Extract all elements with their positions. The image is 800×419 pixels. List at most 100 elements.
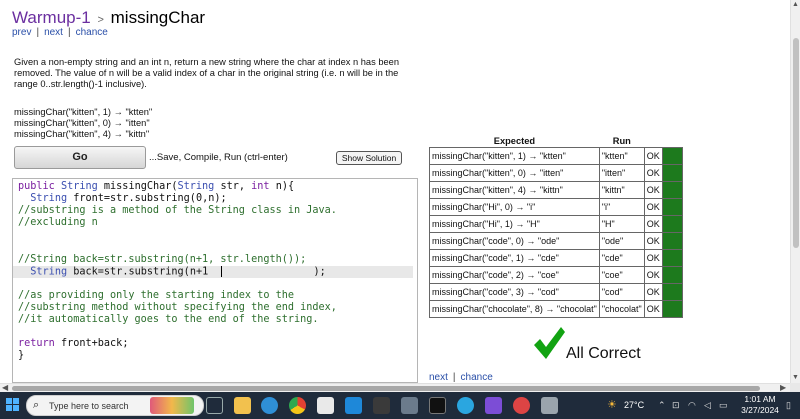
pass-indicator [661,197,683,216]
vertical-scrollbar[interactable]: ▲ ▼ [790,0,800,383]
expected-cell: missingChar("code", 0) → "ode" [429,231,600,250]
code-editor[interactable]: public String missingChar(String str, in… [12,178,418,383]
go-hint: ...Save, Compile, Run (ctrl-enter) [149,152,288,163]
breadcrumb-warmup-1[interactable]: Warmup-1 [12,8,91,27]
code-line[interactable]: //as providing only the starting index t… [18,290,413,302]
result-row: missingChar("code", 2) → "coe" "coe" OK [429,265,683,284]
status-cell: OK [643,146,663,165]
result-row: missingChar("kitten", 1) → "ktten" "ktten… [429,146,683,165]
edge-browser-icon[interactable] [261,397,278,414]
notification-icon[interactable]: ▯ [786,400,791,411]
app-icon-3[interactable] [541,397,558,414]
code-line[interactable] [18,229,413,241]
expected-cell: missingChar("code", 2) → "coe" [429,265,600,284]
result-row: missingChar("code", 3) → "cod" "cod" OK [429,282,683,301]
code-line[interactable]: String back=str.substring(n+1 ); [13,265,413,278]
scroll-left-icon[interactable]: ◀ [2,383,8,392]
results-table: Expected Run missingChar("kitten", 1) → … [429,135,683,318]
chance-link-bottom[interactable]: chance [461,372,493,383]
weather-icon[interactable]: ☀ [607,398,617,411]
status-cell: OK [643,265,663,284]
code-line[interactable]: String front=str.substring(0,n); [18,193,413,205]
result-row: missingChar("kitten", 0) → "itten" "itten… [429,163,683,182]
search-placeholder: Type here to search [49,401,129,411]
battery-icon[interactable]: ▭ [719,400,728,411]
result-row: missingChar("Hi", 0) → "i" "i" OK [429,197,683,216]
code-line[interactable] [18,241,413,253]
chrome-icon[interactable] [289,397,306,414]
photos-icon[interactable] [485,397,502,414]
calculator-icon[interactable] [401,397,418,414]
expected-cell: missingChar("code", 3) → "cod" [429,282,600,301]
expected-cell: missingChar("Hi", 0) → "i" [429,197,600,216]
code-line[interactable] [18,278,413,290]
wifi-icon[interactable]: ◠ [688,400,696,411]
pass-indicator [661,299,683,318]
code-line[interactable]: //substring method without specifying th… [18,302,413,314]
paint-icon[interactable] [317,397,334,414]
clock-date: 3/27/2024 [741,405,779,415]
code-line[interactable]: return front+back; [18,338,413,350]
tray-chevron-icon[interactable]: ⌃ [658,400,666,411]
expected-cell: missingChar("Hi", 1) → "H" [429,214,600,233]
scroll-up-icon[interactable]: ▲ [792,1,799,9]
code-line[interactable]: public String missingChar(String str, in… [18,181,413,193]
windows-start-icon[interactable] [6,398,20,412]
code-line[interactable]: //String back=str.substring(n+1, str.len… [18,254,413,266]
code-line[interactable]: //substring is a method of the String cl… [18,205,413,217]
run-cell: "ode" [598,231,645,250]
code-line[interactable]: //it automatically goes to the end of th… [18,314,413,326]
bottom-nav: next | chance [429,372,493,383]
app-icon[interactable] [373,397,390,414]
result-row: missingChar("chocolate", 8) → "chocolat"… [429,299,683,318]
status-cell: OK [643,231,663,250]
expected-cell: missingChar("kitten", 0) → "itten" [429,163,600,182]
browser-icon[interactable] [457,397,474,414]
run-cell: "chocolat" [598,299,645,318]
code-text[interactable]: public String missingChar(String str, in… [13,181,413,362]
run-cell: "coe" [598,265,645,284]
example-line: missingChar("kitten", 1) → "ktten" [14,107,153,117]
go-button[interactable]: Go [14,146,146,169]
code-line[interactable] [18,326,413,338]
taskbar-clock[interactable]: 1:01 AM 3/27/2024 [738,394,782,416]
file-explorer-icon[interactable] [234,397,251,414]
status-cell: OK [643,197,663,216]
app-icon-2[interactable] [513,397,530,414]
terminal-icon[interactable] [429,397,446,414]
status-cell: OK [643,214,663,233]
code-line[interactable]: } [18,350,413,362]
status-cell: OK [643,180,663,199]
vertical-scroll-thumb[interactable] [793,38,799,248]
code-line[interactable]: //excluding n [18,217,413,229]
pass-indicator [661,282,683,301]
weather-temp[interactable]: 27°C [624,400,644,410]
next-link[interactable]: next [44,27,63,38]
show-solution-button[interactable]: Show Solution [336,151,402,165]
examples: missingChar("kitten", 1) → "ktten" missi… [14,107,152,140]
horizontal-scroll-thumb[interactable] [12,386,760,391]
chance-link[interactable]: chance [76,27,108,38]
next-link-bottom[interactable]: next [429,372,448,383]
green-checkmark-icon [534,327,565,359]
vscode-icon[interactable] [345,397,362,414]
volume-icon[interactable]: ◁ [704,400,711,411]
expected-cell: missingChar("code", 1) → "cde" [429,248,600,267]
result-row: missingChar("code", 0) → "ode" "ode" OK [429,231,683,250]
status-cell: OK [643,248,663,267]
pass-indicator [661,214,683,233]
run-cell: "ktten" [598,146,645,165]
search-icon: ⌕ [33,399,40,411]
status-cell: OK [643,299,663,318]
status-cell: OK [643,163,663,182]
network-icon[interactable]: ⊡ [672,400,680,411]
search-highlight-icon[interactable] [150,397,194,414]
scroll-down-icon[interactable]: ▼ [792,374,799,382]
scroll-right-icon[interactable]: ▶ [780,383,786,392]
problem-description: Given a non-empty string and an int n, r… [14,57,400,89]
horizontal-scrollbar[interactable]: ◀ ▶ [0,383,790,392]
task-view-icon[interactable] [206,397,223,414]
breadcrumb-separator: > [97,14,104,26]
prev-link[interactable]: prev [12,27,31,38]
browser-page: Warmup-1 > missingChar prev | next | chance … [0,0,790,383]
